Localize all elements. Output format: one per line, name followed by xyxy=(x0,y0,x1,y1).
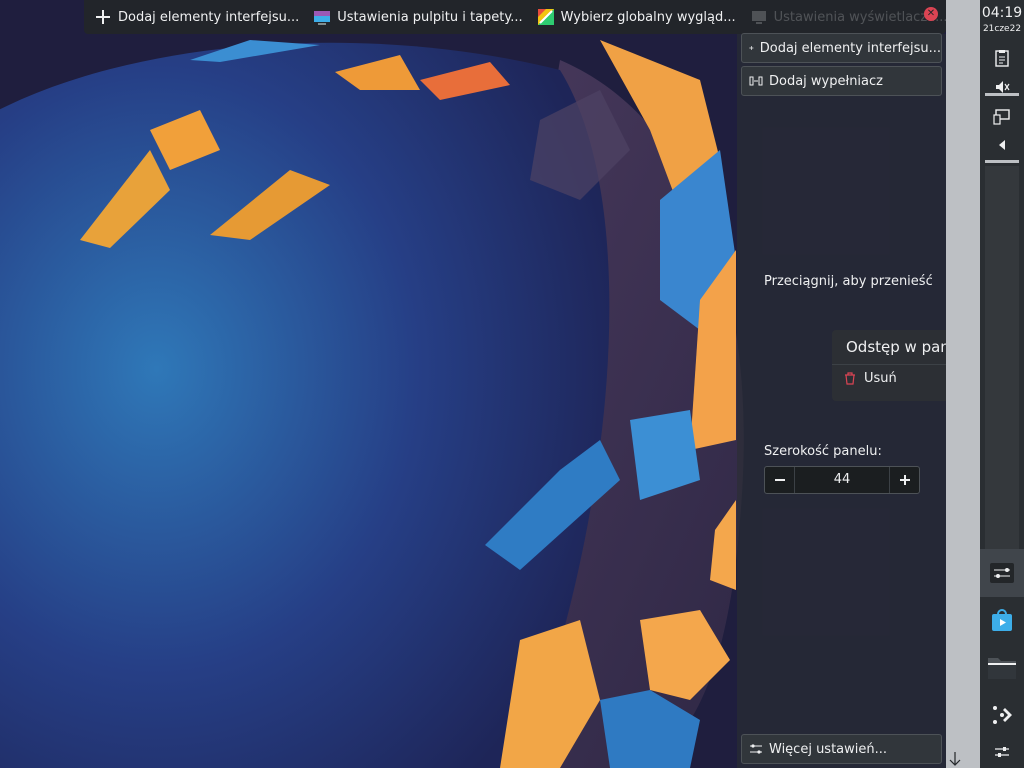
more-settings-label: Więcej ustawień... xyxy=(769,741,888,757)
vertical-panel: 04:19 21cze22 xyxy=(980,0,1024,768)
add-widgets-label: Dodaj elementy interfejsu... xyxy=(759,40,941,56)
panel-spacer-icon xyxy=(990,563,1014,583)
trash-icon xyxy=(845,372,855,385)
resize-handle-icon[interactable] xyxy=(949,752,961,766)
global-theme-icon xyxy=(537,9,554,25)
more-settings-button[interactable]: Więcej ustawień... xyxy=(741,734,942,764)
drag-hint: Przeciągnij, aby przenieść xyxy=(764,274,933,289)
network-icon[interactable] xyxy=(980,109,1024,125)
discover-store-icon[interactable] xyxy=(980,607,1024,633)
toolbox-add-widgets[interactable]: Dodaj elementy interfejsu... xyxy=(94,0,299,34)
plus-icon xyxy=(749,45,754,51)
close-icon[interactable]: ✕ xyxy=(924,7,938,21)
panel-separator xyxy=(985,93,1019,96)
add-spacer-button[interactable]: Dodaj wypełniacz xyxy=(741,66,942,96)
panel-width-spinbox[interactable]: 44 xyxy=(764,466,920,494)
decrease-width-button[interactable] xyxy=(765,467,795,493)
toolbox-global-theme-label: Wybierz globalny wygląd... xyxy=(560,9,736,25)
toolbox-desktop-settings[interactable]: Ustawienia pulpitu i tapety... xyxy=(313,0,523,34)
panel-spacer-area[interactable] xyxy=(985,166,1019,549)
file-manager-icon[interactable] xyxy=(980,655,1024,681)
minus-icon xyxy=(774,479,785,481)
panel-width-label: Szerokość panelu: xyxy=(764,444,882,459)
increase-width-button[interactable] xyxy=(889,467,919,493)
desktop-settings-icon xyxy=(314,11,331,25)
toolbox-display-settings[interactable]: Ustawienia wyświetlacza... xyxy=(750,0,948,34)
expand-arrow-icon[interactable] xyxy=(980,139,1024,151)
panel-edit-overlay xyxy=(737,34,946,768)
kde-connect-icon[interactable] xyxy=(980,703,1024,727)
clipboard-icon[interactable] xyxy=(980,49,1024,67)
panel-separator xyxy=(985,160,1019,163)
settings-icon xyxy=(750,744,762,754)
desktop-toolbox: Dodaj elementy interfejsu... Ustawienia … xyxy=(84,0,948,34)
spacer-icon xyxy=(749,76,763,86)
panel-edge-strip xyxy=(946,0,980,768)
panel-width-value[interactable]: 44 xyxy=(795,467,889,493)
toolbox-display-settings-label: Ustawienia wyświetlacza... xyxy=(773,9,948,25)
clock-date[interactable]: 21cze22 xyxy=(980,24,1024,34)
add-widgets-button[interactable]: Dodaj elementy interfejsu... xyxy=(741,33,942,63)
monitor-icon xyxy=(751,11,766,24)
plus-icon xyxy=(96,10,110,24)
settings-icon[interactable] xyxy=(980,744,1024,760)
toolbox-add-widgets-label: Dodaj elementy interfejsu... xyxy=(118,9,300,25)
toolbox-desktop-settings-label: Ustawienia pulpitu i tapety... xyxy=(337,9,523,25)
toolbox-global-theme[interactable]: Wybierz globalny wygląd... xyxy=(537,0,736,34)
remove-spacer-label: Usuń xyxy=(864,371,897,386)
remove-spacer-item[interactable]: Usuń xyxy=(844,371,897,386)
clock-time[interactable]: 04:19 xyxy=(980,5,1024,21)
add-spacer-label: Dodaj wypełniacz xyxy=(769,73,883,89)
plus-icon xyxy=(899,475,910,485)
panel-spacer-selected[interactable] xyxy=(980,549,1024,597)
